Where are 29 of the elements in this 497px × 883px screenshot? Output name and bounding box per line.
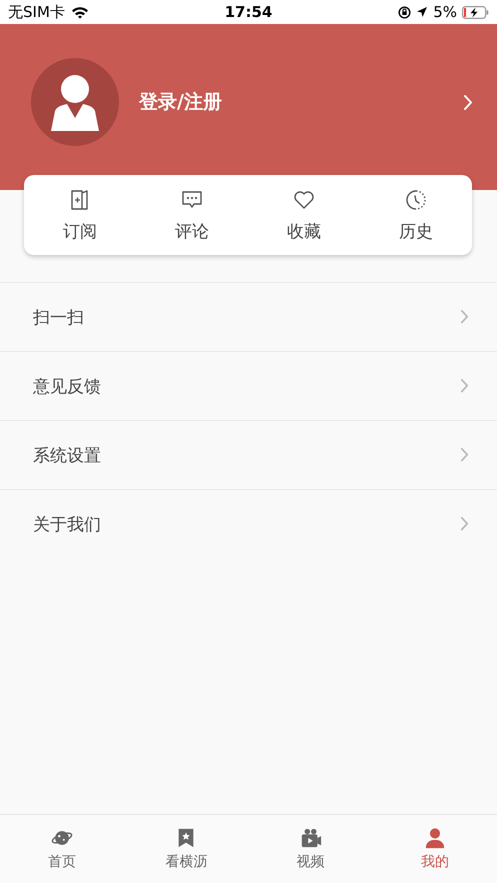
clock-text: 17:54 xyxy=(224,3,272,21)
shortcut-button[interactable]: 订阅 xyxy=(24,175,136,255)
tab[interactable]: 我的 xyxy=(372,815,497,883)
person-icon xyxy=(424,827,446,849)
menu-item[interactable]: 关于我们 xyxy=(0,489,497,558)
battery-charging-icon xyxy=(462,6,489,18)
rotation-lock-icon xyxy=(398,6,412,18)
carrier-text: 无SIM卡 xyxy=(8,2,65,22)
shortcut-button[interactable]: 评论 xyxy=(136,175,248,255)
tab[interactable]: 看横沥 xyxy=(124,815,248,883)
chevron-icon xyxy=(460,378,469,394)
shortcut-button[interactable]: 历史 xyxy=(360,175,472,255)
chevron-icon xyxy=(460,516,469,532)
battery-percent: 5% xyxy=(433,3,457,21)
tab[interactable]: 首页 xyxy=(0,815,124,883)
menu-item[interactable]: 系统设置 xyxy=(0,420,497,489)
menu-item[interactable]: 意见反馈 xyxy=(0,351,497,420)
location-icon xyxy=(416,6,428,18)
shortcut-button[interactable]: 收藏 xyxy=(248,175,360,255)
chevron-icon xyxy=(460,447,469,463)
login-link[interactable]: 登录/注册 xyxy=(139,89,443,115)
menu-item[interactable]: 扫一扫 xyxy=(0,282,497,351)
clock-icon xyxy=(404,188,428,212)
chevron-icon xyxy=(463,94,473,110)
tab[interactable]: 视频 xyxy=(248,815,373,883)
chevron-icon xyxy=(460,309,469,325)
video-camera-icon xyxy=(300,827,322,849)
wifi-icon xyxy=(70,6,89,18)
person-icon xyxy=(49,73,101,131)
